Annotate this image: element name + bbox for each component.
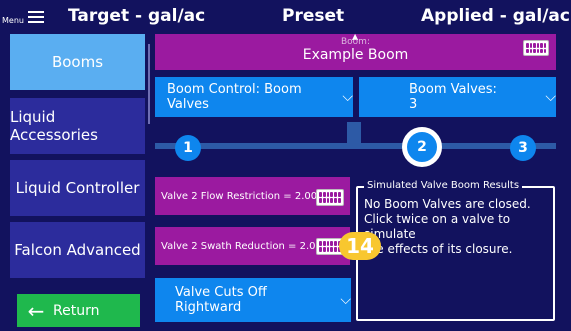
scrollbar[interactable] xyxy=(148,44,150,124)
keyboard-icon[interactable] xyxy=(316,189,344,206)
sidebar-item-label: Liquid Accessories xyxy=(10,108,98,144)
swath-reduction-label: Valve 2 Swath Reduction = 2.00 % xyxy=(161,240,335,252)
sidebar-item-liquid-accessories[interactable]: Liquid Accessories xyxy=(10,98,145,154)
applied-title: Applied - gal/ac xyxy=(421,6,570,26)
chevron-down-icon: ⌵ xyxy=(342,89,353,105)
arrow-left-icon: ← xyxy=(27,298,45,323)
boom-name: Example Boom xyxy=(302,47,409,63)
hamburger-icon xyxy=(27,11,44,23)
flow-restriction-label: Valve 2 Flow Restriction = 2.00 % xyxy=(161,190,330,202)
boom-header: Boom: xyxy=(341,37,370,45)
sidebar-item-label: Falcon Advanced xyxy=(14,241,141,259)
boom-control-label: Boom Control: Boom Valves xyxy=(167,82,302,112)
boom-valves-label: Boom Valves: 3 xyxy=(409,82,497,112)
valve-node-2[interactable]: 2 xyxy=(402,127,442,167)
valve-node-1[interactable]: 1 xyxy=(175,135,201,161)
menu-label: Menu xyxy=(2,15,24,25)
valve-cuts-dropdown[interactable]: Valve Cuts Off Rightward ⌵ xyxy=(155,278,351,322)
valve-cuts-label: Valve Cuts Off Rightward xyxy=(175,285,267,315)
boom-control-dropdown[interactable]: Boom Control: Boom Valves ⌵ xyxy=(155,77,353,117)
chevron-down-icon: ⌵ xyxy=(340,292,351,308)
step-badge: 14 xyxy=(339,232,381,260)
results-line: No Boom Valves are closed. xyxy=(364,197,531,211)
chevron-down-icon: ⌵ xyxy=(545,89,556,105)
results-line: Click twice on a valve to simulate xyxy=(364,212,511,241)
results-line: the effects of its closure. xyxy=(364,242,513,256)
boom-valves-dropdown[interactable]: Boom Valves: 3 ⌵ xyxy=(359,77,556,117)
sidebar-item-liquid-controller[interactable]: Liquid Controller xyxy=(10,160,145,216)
menu-button[interactable]: Menu xyxy=(2,4,58,30)
stepper-connector xyxy=(347,122,361,144)
return-label: Return xyxy=(53,302,100,319)
sidebar-item-label: Booms xyxy=(51,53,104,71)
sidebar-item-label: Liquid Controller xyxy=(15,179,140,197)
keyboard-icon[interactable] xyxy=(523,40,549,56)
stepper-track xyxy=(155,143,556,149)
sidebar-item-booms[interactable]: Booms xyxy=(10,34,145,90)
target-title: Target - gal/ac xyxy=(68,6,206,26)
results-title: Simulated Valve Boom Results xyxy=(364,180,523,191)
return-button[interactable]: ← Return xyxy=(17,294,140,327)
preset-title: Preset xyxy=(282,6,345,26)
sidebar-item-falcon-advanced[interactable]: Falcon Advanced xyxy=(10,222,145,278)
valve-node-3[interactable]: 3 xyxy=(510,135,536,161)
results-body: No Boom Valves are closed. Click twice o… xyxy=(364,197,552,257)
